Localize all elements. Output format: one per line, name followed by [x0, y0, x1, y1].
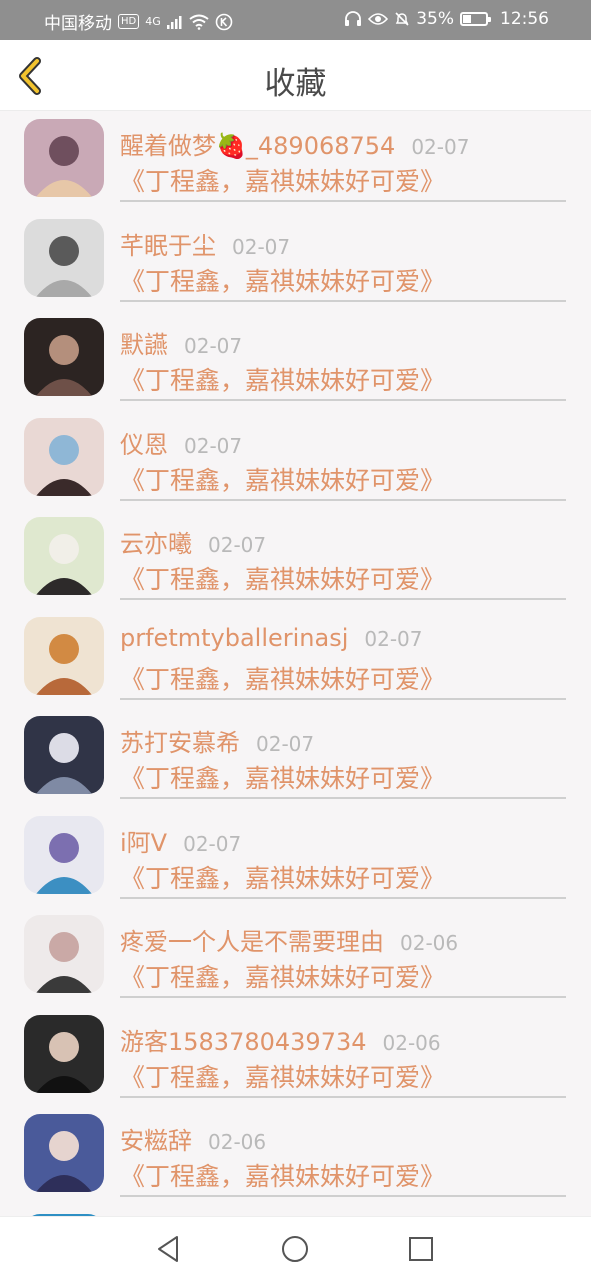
- user-name[interactable]: i阿V: [120, 823, 167, 858]
- avatar[interactable]: [24, 716, 104, 794]
- battery-icon: [460, 12, 491, 26]
- user-name[interactable]: 醒着做梦🍓_489068754: [120, 126, 395, 161]
- status-time: 12:56: [500, 9, 549, 29]
- post-date: 02-07: [184, 433, 243, 458]
- divider: [120, 200, 566, 202]
- divider: [120, 996, 566, 998]
- divider: [120, 598, 566, 600]
- list-item[interactable]: 苏打安慕希 02-07 《丁程鑫，嘉祺妹妹好可爱》: [0, 707, 591, 807]
- list-item[interactable]: 醒着做梦🍓_489068754 02-07 《丁程鑫，嘉祺妹妹好可爱》: [0, 110, 591, 210]
- post-date: 02-07: [411, 135, 470, 159]
- user-name[interactable]: prfetmtyballerinasj: [120, 624, 348, 652]
- divider: [120, 299, 566, 302]
- carrier-label: 中国移动: [44, 14, 112, 34]
- page-title: 收藏: [264, 66, 327, 102]
- post-title[interactable]: 《丁程鑫，嘉祺妹妹好可爱》: [120, 958, 445, 994]
- nav-recent-button[interactable]: [403, 1231, 439, 1267]
- post-date: 02-07: [256, 732, 315, 756]
- avatar[interactable]: [24, 218, 104, 297]
- nav-home-button[interactable]: [277, 1231, 313, 1267]
- header-bar: 收藏: [0, 40, 591, 111]
- list-item[interactable]: 疼爱一个人是不需要理由 02-06 《丁程鑫，嘉祺妹妹好可爱》: [0, 906, 591, 1006]
- eye-icon: [368, 13, 389, 25]
- avatar[interactable]: [24, 318, 104, 396]
- divider: [120, 1095, 566, 1098]
- user-name[interactable]: 芊眠于尘: [120, 226, 216, 261]
- avatar[interactable]: [24, 616, 104, 695]
- post-date: 02-07: [208, 533, 267, 557]
- user-name[interactable]: 仪恩: [120, 425, 168, 460]
- battery-percent: 35%: [416, 9, 454, 29]
- avatar[interactable]: [24, 517, 104, 595]
- post-title[interactable]: 《丁程鑫，嘉祺妹妹好可爱》: [120, 859, 445, 895]
- nav-back-button[interactable]: [151, 1231, 187, 1267]
- list-item[interactable]: 仪恩 02-07 《丁程鑫，嘉祺妹妹好可爱》: [0, 409, 591, 509]
- post-title[interactable]: 《丁程鑫，嘉祺妹妹好可爱》: [120, 162, 445, 198]
- divider: [120, 498, 566, 501]
- k-circle-icon: [215, 13, 233, 30]
- post-title[interactable]: 《丁程鑫，嘉祺妹妹好可爱》: [120, 262, 445, 298]
- post-title[interactable]: 《丁程鑫，嘉祺妹妹好可爱》: [120, 660, 445, 696]
- divider: [120, 697, 566, 700]
- divider: [120, 399, 566, 401]
- list-item[interactable]: 安糍辞 02-06 《丁程鑫，嘉祺妹妹好可爱》: [0, 1105, 591, 1205]
- wifi-icon: [189, 14, 209, 30]
- post-date: 02-07: [364, 626, 423, 651]
- list-item[interactable]: 芊眠于尘 02-07 《丁程鑫，嘉祺妹妹好可爱》: [0, 210, 591, 310]
- post-date: 02-07: [232, 234, 291, 259]
- status-bar: 中国移动 HD 4G 35% 12:56: [0, 0, 591, 40]
- circle-home-icon: [282, 1236, 308, 1262]
- post-title[interactable]: 《丁程鑫，嘉祺妹妹好可爱》: [120, 1058, 445, 1094]
- avatar[interactable]: [24, 915, 104, 993]
- user-name[interactable]: 云亦曦: [120, 524, 192, 559]
- network-label: 4G: [145, 15, 161, 28]
- system-nav-bar: [0, 1216, 591, 1281]
- post-title[interactable]: 《丁程鑫，嘉祺妹妹好可爱》: [120, 1157, 445, 1193]
- divider: [120, 1195, 566, 1197]
- user-name[interactable]: 游客1583780439734: [120, 1022, 367, 1057]
- post-title[interactable]: 《丁程鑫，嘉祺妹妹好可爱》: [120, 461, 445, 497]
- square-recent-icon: [409, 1237, 433, 1261]
- hd-badge: HD: [118, 14, 140, 29]
- divider: [120, 797, 566, 799]
- avatar[interactable]: [24, 1114, 104, 1192]
- list-item[interactable]: [0, 1205, 591, 1216]
- list-item[interactable]: 游客1583780439734 02-06 《丁程鑫，嘉祺妹妹好可爱》: [0, 1006, 591, 1106]
- post-date: 02-07: [183, 831, 242, 856]
- list-item[interactable]: prfetmtyballerinasj 02-07 《丁程鑫，嘉祺妹妹好可爱》: [0, 608, 591, 708]
- post-date: 02-07: [184, 334, 243, 358]
- post-date: 02-06: [400, 931, 459, 955]
- list-item[interactable]: 默讌 02-07 《丁程鑫，嘉祺妹妹好可爱》: [0, 309, 591, 409]
- user-name[interactable]: 默讌: [120, 325, 168, 360]
- signal-icon: [166, 15, 182, 29]
- avatar[interactable]: [24, 815, 104, 894]
- post-title[interactable]: 《丁程鑫，嘉祺妹妹好可爱》: [120, 560, 445, 596]
- user-name[interactable]: 安糍辞: [120, 1121, 192, 1156]
- mute-bell-icon: [395, 12, 409, 26]
- user-name[interactable]: 疼爱一个人是不需要理由: [120, 922, 384, 957]
- post-title[interactable]: 《丁程鑫，嘉祺妹妹好可爱》: [120, 759, 445, 795]
- post-title[interactable]: 《丁程鑫，嘉祺妹妹好可爱》: [120, 361, 445, 397]
- list-item[interactable]: i阿V 02-07 《丁程鑫，嘉祺妹妹好可爱》: [0, 807, 591, 907]
- avatar[interactable]: [24, 417, 104, 496]
- avatar[interactable]: [24, 1014, 104, 1093]
- post-date: 02-06: [382, 1030, 441, 1055]
- favorites-list: 醒着做梦🍓_489068754 02-07 《丁程鑫，嘉祺妹妹好可爱》 芊眠于尘…: [0, 110, 591, 1216]
- triangle-back-icon: [158, 1236, 178, 1262]
- divider: [120, 896, 566, 899]
- user-name[interactable]: 苏打安慕希: [120, 723, 240, 758]
- avatar[interactable]: [24, 119, 104, 197]
- list-item[interactable]: 云亦曦 02-07 《丁程鑫，嘉祺妹妹好可爱》: [0, 508, 591, 608]
- headphones-icon: [345, 11, 362, 26]
- post-date: 02-06: [208, 1130, 267, 1154]
